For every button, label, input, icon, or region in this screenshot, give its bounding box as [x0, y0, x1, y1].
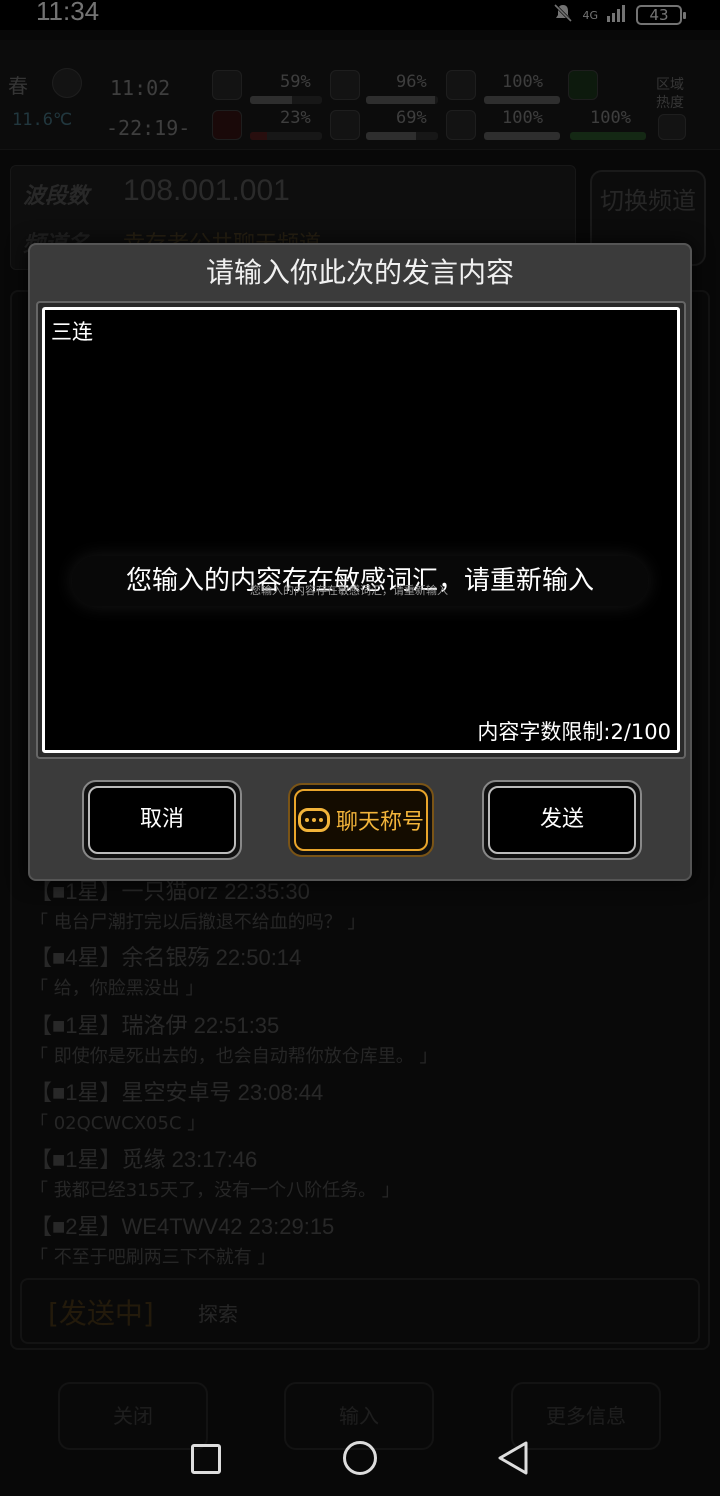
hud-panel: 春 11.6℃ 11:02 -22:19- 59% 23% 96% 69% 10… — [0, 40, 720, 150]
stat1-top-bar — [250, 96, 322, 104]
chat-message: 【■2星】WE4TWV42 23:29:15 「 不至于吧刷两三下不就有 」 — [30, 1209, 334, 1269]
battery-icon: 43 — [636, 5, 686, 25]
stat3-top: 100% — [502, 72, 543, 92]
chat-nickname-inner: 聊天称号 — [294, 789, 428, 851]
chat-message: 【■4星】余名银殇 22:50:14 「 给，你脸黑没出 」 — [30, 940, 301, 1000]
chat-message-body: 「 即使你是死出去的，也会自动帮你放仓库里。 」 — [30, 1046, 438, 1067]
stat1-top: 59% — [280, 72, 311, 92]
chat-message: 【■1星】星空安卓号 23:08:44 「 02QCWCX05C 」 — [30, 1075, 323, 1135]
pill-icon — [446, 70, 476, 100]
chat-message: 【■1星】瑞洛伊 22:51:35 「 即使你是死出去的，也会自动帮你放仓库里。… — [30, 1008, 437, 1068]
heart-icon — [446, 110, 476, 140]
meat-icon — [212, 110, 242, 140]
stat3-bottom-bar — [484, 132, 560, 140]
chat-message-head: 【■2星】WE4TWV42 23:29:15 — [30, 1214, 335, 1239]
status-bar: 11:34 4G 43 — [0, 0, 720, 30]
send-button[interactable]: 发送 — [482, 780, 642, 860]
temperature-value: 11.6℃ — [12, 110, 73, 130]
sending-row: [发送中] 探索 — [20, 1278, 700, 1344]
sending-status: [发送中] — [48, 1297, 154, 1330]
chat-bubble-icon — [297, 808, 330, 832]
band-label: 波段数 — [23, 184, 90, 209]
person-icon — [568, 70, 598, 100]
chat-message-body: 「 02QCWCX05C 」 — [30, 1113, 206, 1134]
recents-icon[interactable] — [191, 1444, 221, 1474]
send-button-label: 发送 — [488, 786, 636, 854]
stat4-bottom-bar — [570, 132, 646, 140]
stat3-top-bar — [484, 96, 560, 104]
stat3-bottom: 100% — [502, 108, 543, 128]
cancel-button[interactable]: 取消 — [82, 780, 242, 860]
stat1-bottom: 23% — [280, 108, 311, 128]
system-nav-bar — [0, 1420, 720, 1496]
network-label: 4G — [582, 8, 598, 22]
chat-message-head: 【■1星】星空安卓号 23:08:44 — [30, 1080, 324, 1105]
chat-message-head: 【■1星】瑞洛伊 22:51:35 — [30, 1013, 280, 1038]
moon-icon — [52, 68, 82, 98]
toast-echo-text: 您输入的内容存在敏感词汇，请重新输入 — [250, 584, 448, 597]
speaker-icon[interactable] — [658, 114, 686, 140]
input-frame: 三连 内容字数限制:2/100 — [36, 301, 686, 759]
water-drop-icon — [330, 110, 360, 140]
status-time: 11:34 — [36, 0, 100, 26]
clock-b: -22:19- — [106, 116, 191, 140]
chat-message-body: 「 我都已经315天了，没有一个八阶任务。 」 — [30, 1180, 400, 1201]
stomach-icon — [330, 70, 360, 100]
chat-nickname-label: 聊天称号 — [335, 810, 424, 835]
home-icon[interactable] — [343, 1441, 377, 1475]
stat2-bottom: 69% — [396, 108, 427, 128]
speech-textarea[interactable]: 三连 内容字数限制:2/100 — [42, 307, 680, 753]
dialog-title: 请输入你此次的发言内容 — [205, 256, 514, 289]
speech-input-value: 三连 — [51, 320, 93, 344]
frequency-value: 108.001.001 — [123, 174, 290, 207]
medkit-icon — [212, 70, 242, 100]
chat-nickname-button[interactable]: 聊天称号 — [288, 783, 434, 857]
chat-message: 【■1星】一只猫orz 22:35:30 「 电台尸潮打完以后撤退不给血的吗？ … — [30, 874, 365, 934]
region-heat-label: 区域热度 — [656, 77, 684, 111]
cancel-button-label: 取消 — [88, 786, 236, 854]
sensitive-words-toast: 您输入的内容存在敏感词汇，请重新输入 — [72, 556, 648, 606]
chat-message-head: 【■1星】觅缘 23:17:46 — [30, 1147, 258, 1172]
chat-message-body: 「 不至于吧刷两三下不就有 」 — [30, 1247, 276, 1268]
sending-text: 探索 — [198, 1302, 238, 1326]
stat2-bottom-bar — [366, 132, 438, 140]
status-icons: 4G 43 — [552, 2, 686, 28]
chat-message: 【■1星】觅缘 23:17:46 「 我都已经315天了，没有一个八阶任务。 」 — [30, 1142, 400, 1202]
clock-a: 11:02 — [110, 76, 171, 100]
char-counter: 内容字数限制:2/100 — [477, 720, 671, 744]
stat1-bottom-bar — [250, 132, 322, 140]
stat4-bottom: 100% — [590, 108, 631, 128]
chat-message-body: 「 给，你脸黑没出 」 — [30, 978, 204, 999]
mute-icon — [552, 2, 574, 28]
back-icon[interactable] — [496, 1440, 530, 1476]
season-label: 春 — [8, 74, 28, 98]
stat2-top: 96% — [396, 72, 427, 92]
signal-icon — [606, 3, 628, 27]
chat-message-body: 「 电台尸潮打完以后撤退不给血的吗？ 」 — [30, 912, 366, 933]
stat2-top-bar — [366, 96, 438, 104]
chat-message-head: 【■4星】余名银殇 22:50:14 — [30, 945, 302, 970]
